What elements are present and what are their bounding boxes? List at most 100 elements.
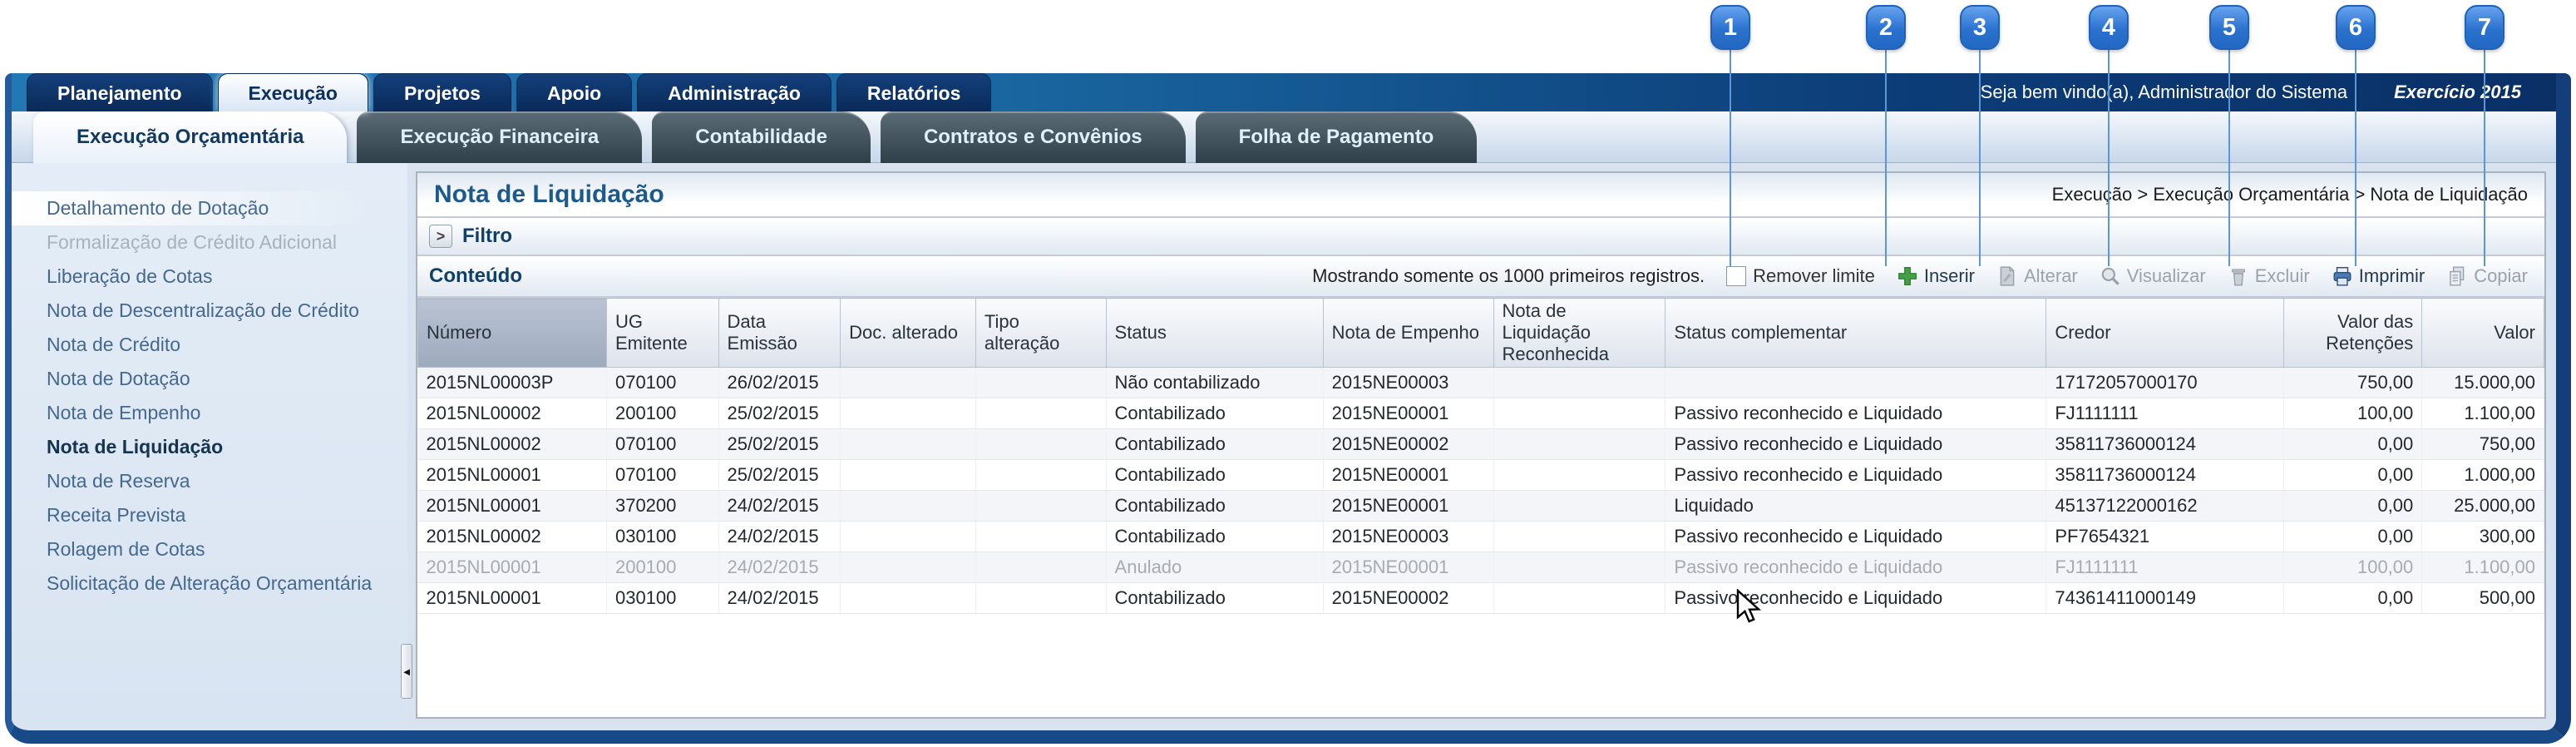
insert-button-label: Inserir (1924, 265, 1975, 287)
cell-numero: 2015NL00001 (418, 460, 607, 491)
callout-badge-4: 4 (2089, 5, 2129, 50)
cell-valor: 15.000,00 (2422, 368, 2544, 398)
sidebar-item[interactable]: Formalização de Crédito Adicional (12, 225, 407, 260)
remove-limit-checkbox[interactable] (1726, 266, 1746, 286)
column-header[interactable]: Nota de Liquidação Reconhecida (1493, 299, 1666, 368)
edit-button[interactable]: Alterar (1996, 265, 2078, 287)
sidebar-item[interactable]: Detalhamento de Dotação (12, 191, 407, 225)
sidebar-item[interactable]: Rolagem de Cotas (12, 532, 407, 566)
column-header[interactable]: UG Emitente (606, 299, 718, 368)
cell-doc-alterado (841, 491, 976, 522)
cell-ug-emitente: 370200 (606, 491, 718, 522)
column-header[interactable]: Valor (2422, 299, 2544, 368)
cell-valor: 25.000,00 (2422, 491, 2544, 522)
tab-projetos[interactable]: Projetos (373, 73, 511, 111)
table-row[interactable]: 2015NL00002 030100 24/02/2015 Contabiliz… (418, 522, 2544, 552)
sidebar-item[interactable]: Nota de Descentralização de Crédito (12, 294, 407, 328)
cell-doc-alterado (841, 522, 976, 552)
tab-relatorios[interactable]: Relatórios (836, 73, 991, 111)
sidebar-collapse-handle[interactable]: ◄ (401, 644, 412, 699)
table-row[interactable]: 2015NL00003P 070100 26/02/2015 Não conta… (418, 368, 2544, 398)
tab-administracao[interactable]: Administração (637, 73, 832, 111)
column-header[interactable]: Status complementar (1666, 299, 2046, 368)
magnifier-icon (2100, 265, 2121, 287)
column-header[interactable]: Número (418, 299, 607, 368)
column-header[interactable]: Credor (2046, 299, 2283, 368)
cell-doc-alterado (841, 460, 976, 491)
table-row[interactable]: 2015NL00002 200100 25/02/2015 Contabiliz… (418, 398, 2544, 429)
remove-limit-label: Remover limite (1753, 265, 1875, 287)
subtab-folha-de-pagamento[interactable]: Folha de Pagamento (1196, 111, 1478, 163)
cell-nota-empenho: 2015NE00002 (1323, 583, 1493, 614)
delete-button[interactable]: Excluir (2228, 265, 2310, 287)
tab-planejamento[interactable]: Planejamento (27, 73, 213, 111)
table-row[interactable]: 2015NL00001 370200 24/02/2015 Contabiliz… (418, 491, 2544, 522)
app-window: Planejamento Execução Projetos Apoio Adm… (5, 73, 2571, 744)
cell-numero: 2015NL00001 (418, 583, 607, 614)
cell-retencoes: 0,00 (2283, 522, 2422, 552)
table-row[interactable]: 2015NL00001 030100 24/02/2015 Contabiliz… (418, 583, 2544, 614)
tab-apoio[interactable]: Apoio (516, 73, 632, 111)
sidebar-item[interactable]: Solicitação de Alteração Orçamentária (12, 566, 407, 601)
cell-credor: 35811736000124 (2046, 429, 2283, 460)
cell-credor: 17172057000170 (2046, 368, 2283, 398)
table-row[interactable]: 2015NL00001 200100 24/02/2015 Anulado 20… (418, 552, 2544, 583)
cell-nota-empenho: 2015NE00001 (1323, 398, 1493, 429)
filter-expand-button[interactable]: > (429, 225, 452, 248)
print-button-label: Imprimir (2359, 265, 2425, 287)
mouse-cursor (1736, 589, 1768, 631)
copy-button[interactable]: Copiar (2446, 265, 2528, 287)
content-panel: Nota de Liquidação Execução > Execução O… (416, 171, 2546, 719)
column-header[interactable]: Doc. alterado (841, 299, 976, 368)
sidebar-item[interactable]: Nota de Empenho (12, 396, 407, 430)
cell-status: Não contabilizado (1106, 368, 1323, 398)
table-row[interactable]: 2015NL00002 070100 25/02/2015 Contabiliz… (418, 429, 2544, 460)
column-header[interactable]: Status (1106, 299, 1323, 368)
cell-ug-emitente: 070100 (606, 368, 718, 398)
cell-status-complementar: Passivo reconhecido e Liquidado (1666, 583, 2046, 614)
records-table: Número UG Emitente Data Emissão Doc. alt… (417, 298, 2544, 614)
sidebar-item[interactable]: Receita Prevista (12, 498, 407, 532)
print-button[interactable]: Imprimir (2332, 265, 2425, 287)
column-header[interactable]: Tipo alteração (975, 299, 1106, 368)
content-section-title: Conteúdo (429, 265, 522, 288)
cell-nl-reconhecida (1493, 522, 1666, 552)
callout-badge-1: 1 (1710, 5, 1750, 50)
cell-credor: FJ1111111 (2046, 398, 2283, 429)
column-header[interactable]: Nota de Empenho (1323, 299, 1493, 368)
cell-retencoes: 100,00 (2283, 552, 2422, 583)
subtab-execucao-financeira[interactable]: Execução Financeira (357, 111, 642, 163)
subtab-contratos-e-convenios[interactable]: Contratos e Convênios (881, 111, 1186, 163)
limit-message: Mostrando somente os 1000 primeiros regi… (1312, 265, 1705, 287)
sidebar-item[interactable]: Nota de Dotação (12, 362, 407, 396)
cell-nl-reconhecida (1493, 460, 1666, 491)
sidebar-item[interactable]: Liberação de Cotas (12, 260, 407, 294)
cell-status: Contabilizado (1106, 398, 1323, 429)
insert-button[interactable]: Inserir (1897, 265, 1975, 287)
callout-line-2 (1885, 48, 1887, 266)
column-header[interactable]: Valor das Retenções (2283, 299, 2422, 368)
subtab-execucao-orcamentaria[interactable]: Execução Orçamentária (33, 111, 347, 163)
sidebar-item[interactable]: Nota de Crédito (12, 328, 407, 362)
breadcrumb: Execução > Execução Orçamentária > Nota … (2052, 184, 2528, 205)
cell-nota-empenho: 2015NE00001 (1323, 552, 1493, 583)
table-body: 2015NL00003P 070100 26/02/2015 Não conta… (418, 368, 2544, 614)
cell-numero: 2015NL00001 (418, 491, 607, 522)
cell-status-complementar: Passivo reconhecido e Liquidado (1666, 522, 2046, 552)
sidebar-item[interactable]: Nota de Liquidação (12, 430, 407, 464)
cell-numero: 2015NL00002 (418, 429, 607, 460)
cell-nota-empenho: 2015NE00001 (1323, 460, 1493, 491)
callout-line-6 (2355, 48, 2356, 266)
table-row[interactable]: 2015NL00001 070100 25/02/2015 Contabiliz… (418, 460, 2544, 491)
callout-line-4 (2108, 48, 2110, 266)
cell-nota-empenho: 2015NE00003 (1323, 368, 1493, 398)
column-header[interactable]: Data Emissão (718, 299, 841, 368)
callout-line-5 (2228, 48, 2230, 266)
cell-tipo-alteracao (975, 368, 1106, 398)
copy-button-label: Copiar (2474, 265, 2528, 287)
exercise-year: Exercício 2015 (2394, 82, 2521, 103)
tab-execucao[interactable]: Execução (218, 73, 368, 111)
subtab-contabilidade[interactable]: Contabilidade (652, 111, 871, 163)
sidebar-item[interactable]: Nota de Reserva (12, 464, 407, 498)
view-button[interactable]: Visualizar (2100, 265, 2206, 287)
